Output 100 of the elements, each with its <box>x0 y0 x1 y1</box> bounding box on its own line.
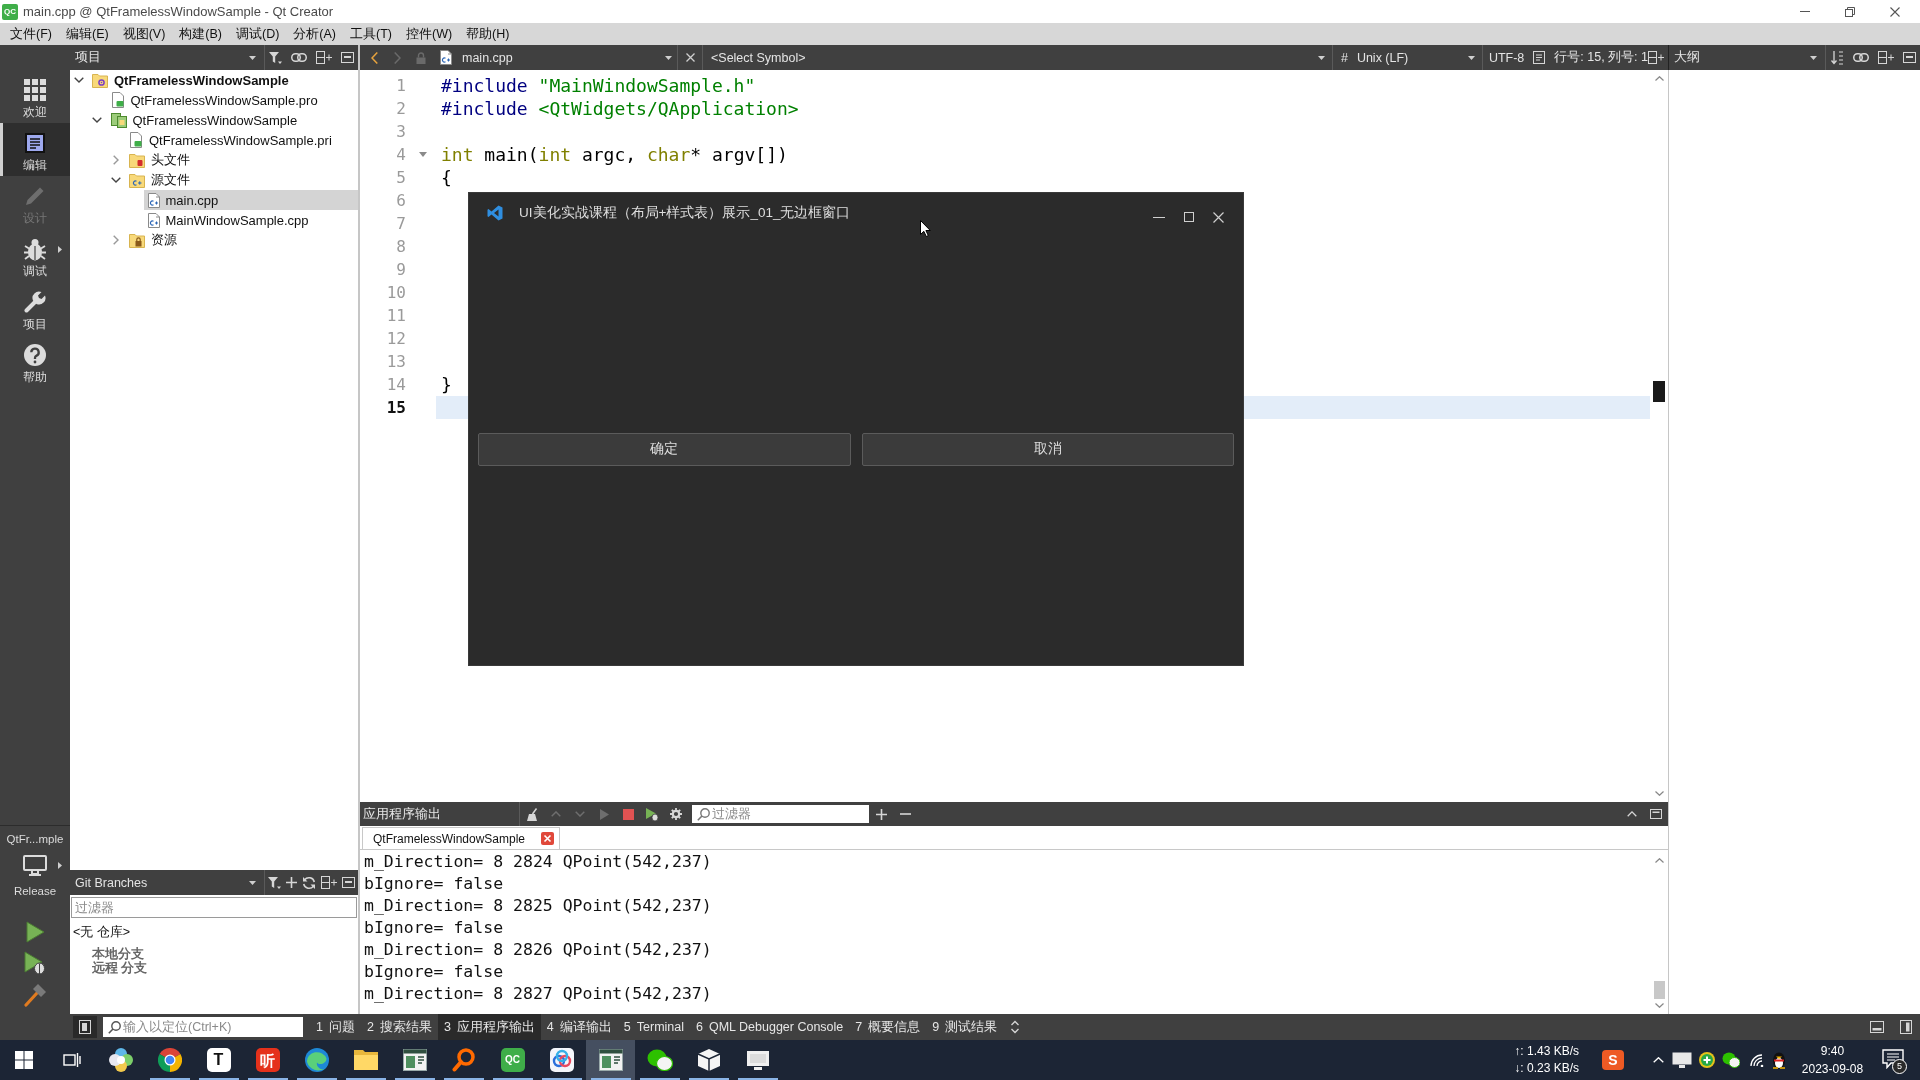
minus-icon[interactable] <box>899 813 911 815</box>
run-icon[interactable] <box>25 921 45 943</box>
menu-item[interactable]: 文件(F) <box>3 23 59 45</box>
scroll-down-icon[interactable] <box>1654 791 1664 796</box>
boxed-minus-icon[interactable] <box>340 52 354 63</box>
tree-item[interactable]: 头文件 <box>125 150 358 170</box>
file-selector[interactable]: main.cpp <box>436 45 678 70</box>
locator-field[interactable]: 输入以定位(Ctrl+K) <box>103 1017 303 1037</box>
taskbar-button[interactable] <box>586 1040 635 1080</box>
tree-item[interactable]: QtFramelessWindowSample.pri <box>125 130 358 150</box>
scroll-up-icon[interactable] <box>1654 858 1664 863</box>
tree-item[interactable]: 资源 <box>125 230 358 250</box>
view-selector[interactable]: Git Branches <box>70 870 265 895</box>
output-pane-button[interactable]: 9 测试结果 <box>926 1014 1004 1040</box>
restore-icon[interactable] <box>1845 6 1855 17</box>
tree-item[interactable]: QtFramelessWindowSample.pro <box>106 90 358 110</box>
maximize-icon[interactable] <box>1184 212 1194 222</box>
tab-close-icon[interactable] <box>541 832 555 845</box>
mode-button[interactable]: 欢迎 <box>0 70 70 123</box>
filter-icon[interactable] <box>267 876 281 889</box>
view-selector[interactable]: 项目 <box>70 45 265 70</box>
chevron-right-icon[interactable] <box>112 155 119 165</box>
encoding-selector[interactable]: UTF-8 <box>1488 50 1525 65</box>
notification-icon[interactable] <box>1882 1049 1904 1069</box>
output-tab[interactable]: QtFramelessWindowSample <box>362 827 561 849</box>
panel-right-icon[interactable] <box>1900 1020 1912 1034</box>
plus-circle-icon[interactable] <box>1699 1052 1715 1068</box>
dropdown-arrow-icon[interactable] <box>1810 55 1817 60</box>
penguin-icon[interactable] <box>1771 1051 1787 1069</box>
output-pane-button[interactable]: 7 概要信息 <box>849 1014 927 1040</box>
tree-item[interactable]: MainWindowSample.cpp <box>143 210 358 230</box>
menu-item[interactable]: 调试(D) <box>229 23 287 45</box>
boxed-minus-icon[interactable] <box>342 877 356 888</box>
sort-icon[interactable] <box>1830 50 1844 65</box>
wifi-icon[interactable] <box>1749 1053 1765 1067</box>
panel-bottom-icon[interactable] <box>1870 1021 1884 1033</box>
chevron-down-icon[interactable] <box>73 77 84 83</box>
tree-item[interactable]: 源文件 <box>125 170 358 190</box>
hammer-icon[interactable] <box>23 983 47 1007</box>
output-pane-button[interactable]: 3 应用程序输出 <box>437 1014 541 1040</box>
debug-run-icon[interactable] <box>646 807 658 821</box>
dropdown-arrow-icon[interactable] <box>249 55 256 60</box>
link-icon[interactable] <box>291 53 308 62</box>
chat-bubbles-icon[interactable] <box>1722 1052 1740 1068</box>
dropdown-arrow-icon[interactable] <box>1467 55 1475 60</box>
split-icon[interactable] <box>321 876 338 889</box>
line-ending-selector[interactable]: Unix (LF) <box>1347 45 1483 70</box>
filter-field[interactable]: 过滤器 <box>692 805 869 823</box>
link-icon[interactable] <box>1852 53 1869 62</box>
document-icon[interactable] <box>1533 51 1546 64</box>
filter-icon[interactable] <box>269 51 283 64</box>
filter-field[interactable]: 过滤器 <box>71 897 357 918</box>
scroll-down-icon[interactable] <box>1654 1003 1664 1008</box>
output-pane-button[interactable]: 1 问题 <box>310 1014 361 1040</box>
four-squares-icon[interactable] <box>15 1051 33 1069</box>
boxed-minus-icon[interactable] <box>1902 52 1916 63</box>
close-icon[interactable] <box>1890 6 1900 17</box>
mode-button[interactable]: 项目 <box>0 282 70 335</box>
menu-item[interactable]: 控件(W) <box>399 23 460 45</box>
mode-button[interactable]: 编辑 <box>0 123 70 176</box>
menu-item[interactable]: 编辑(E) <box>58 23 116 45</box>
mode-button[interactable]: 帮助 <box>0 335 70 388</box>
branch-tree-item[interactable]: 本地分支 <box>70 947 144 961</box>
sidebar-toggle-button[interactable] <box>73 1016 97 1038</box>
mode-button[interactable]: 调试 <box>0 229 70 282</box>
menu-item[interactable]: 帮助(H) <box>459 23 517 45</box>
broom-icon[interactable] <box>526 807 538 821</box>
output-pane-button[interactable]: 4 编译输出 <box>540 1014 618 1040</box>
menu-item[interactable]: 分析(A) <box>286 23 343 45</box>
menu-item[interactable]: 工具(T) <box>343 23 399 45</box>
chevron-down-icon[interactable] <box>92 117 102 123</box>
scrollbar-thumb[interactable] <box>1653 981 1665 999</box>
menu-item[interactable]: 构建(B) <box>172 23 229 45</box>
tree-item[interactable]: QtFramelessWindowSample <box>106 110 358 130</box>
dropdown-arrow-icon[interactable] <box>665 55 672 60</box>
split-icon[interactable] <box>315 51 332 64</box>
dialog-button[interactable]: 取消 <box>861 432 1234 466</box>
scroll-up-icon[interactable] <box>1654 76 1664 81</box>
window-stack-icon[interactable] <box>63 1052 81 1068</box>
symbol-selector[interactable]: <Select Symbol> <box>703 45 1333 70</box>
plus-icon[interactable] <box>875 808 887 820</box>
chevron-down-icon[interactable] <box>110 177 121 183</box>
menu-item[interactable]: 视图(V) <box>115 23 173 45</box>
chevron-right-icon[interactable] <box>112 235 119 245</box>
arrow-right-icon[interactable] <box>58 245 62 253</box>
display-icon[interactable] <box>1672 1052 1692 1068</box>
branch-tree-item[interactable]: <无 仓库> <box>70 924 131 941</box>
fold-arrow-icon[interactable] <box>419 152 427 157</box>
settings-icon[interactable] <box>670 808 682 820</box>
hash-button[interactable]: # <box>1340 50 1348 65</box>
split-icon[interactable] <box>1648 51 1664 64</box>
refresh-icon[interactable] <box>301 875 316 890</box>
debug-run-icon[interactable] <box>24 951 46 975</box>
output-pane-button[interactable]: 5 Terminal <box>617 1014 690 1040</box>
monitor-icon[interactable] <box>23 854 47 876</box>
dropdown-arrow-icon[interactable] <box>1317 55 1325 60</box>
arrow-right-icon[interactable] <box>58 861 62 869</box>
split-icon[interactable] <box>1877 51 1894 64</box>
dialog-button[interactable]: 确定 <box>478 432 851 466</box>
maximize-icon[interactable] <box>1650 809 1662 819</box>
